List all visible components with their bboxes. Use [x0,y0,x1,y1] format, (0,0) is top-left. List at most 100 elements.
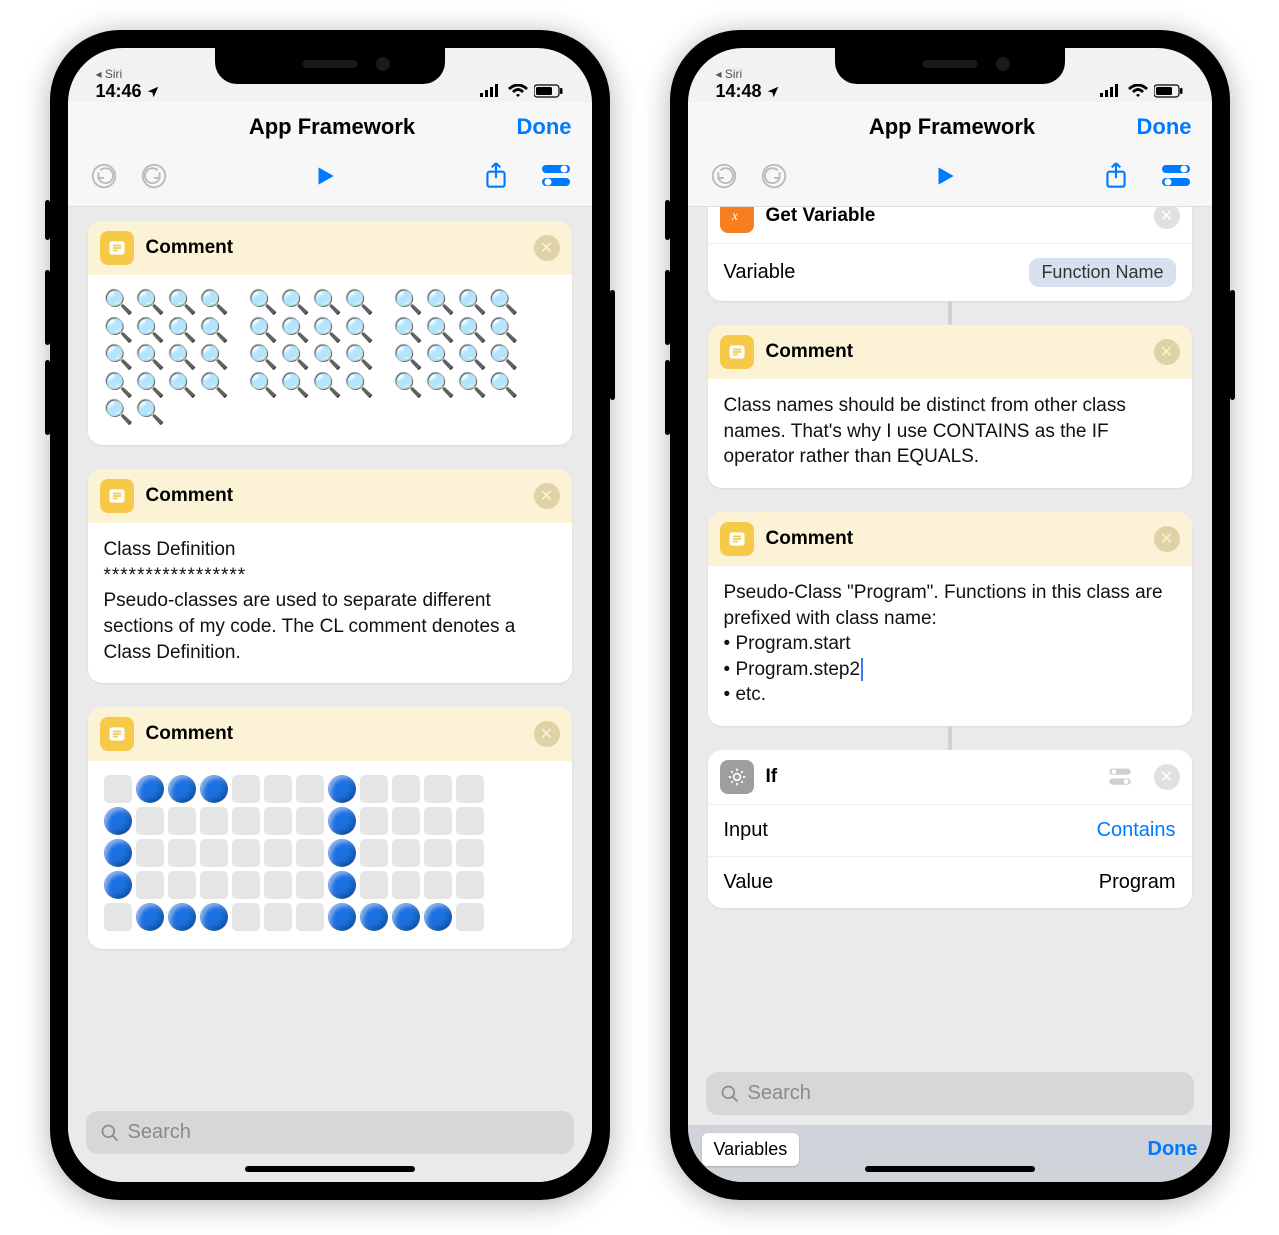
status-time: 14:48 [716,81,762,102]
redo-button[interactable] [758,160,790,192]
screen-right: ◂ Siri 14:48 App Framework Done [688,48,1212,1182]
list-item: Program.start [735,633,850,654]
comment-body[interactable]: Class names should be distinct from othe… [708,379,1192,488]
location-icon [766,85,780,99]
close-icon[interactable]: ✕ [534,483,560,509]
undo-button[interactable] [708,160,740,192]
comment-text: Pseudo-classes are used to separate diff… [104,588,556,665]
variable-value-pill[interactable]: Function Name [1029,258,1175,287]
undo-button[interactable] [88,160,120,192]
card-title: Comment [146,485,522,507]
comment-card[interactable]: Comment ✕ Pseudo-Class "Program". Functi… [708,512,1192,726]
search-input[interactable]: Search [86,1111,574,1154]
card-title: Comment [146,723,522,745]
comment-card[interactable]: Comment ✕ [88,707,572,949]
content-area[interactable]: Comment ✕ 🔍🔍🔍🔍 🔍🔍🔍🔍 🔍🔍🔍🔍 🔍🔍🔍🔍 🔍🔍🔍🔍 🔍🔍🔍🔍 … [68,207,592,1105]
volume-up[interactable] [665,270,670,345]
text-cursor [861,658,863,681]
list-item: etc. [735,684,766,705]
wifi-icon [508,84,528,98]
share-button[interactable] [1100,160,1132,192]
comment-card[interactable]: Comment ✕ Class Definition *************… [88,469,572,683]
close-icon[interactable]: ✕ [1154,207,1180,229]
notch [835,48,1065,84]
battery-icon [1154,84,1184,98]
location-icon [146,85,160,99]
pixel-art [104,775,556,931]
comment-body[interactable]: Class Definition ***************** Pseud… [88,523,572,683]
keyboard-done-button[interactable]: Done [1148,1138,1198,1161]
battery-icon [534,84,564,98]
home-indicator[interactable] [245,1166,415,1172]
variables-chip[interactable]: Variables [702,1133,800,1166]
list-item: Program.step2 [735,659,860,680]
connector-line [948,726,952,750]
comment-body[interactable] [88,761,572,949]
mute-switch[interactable] [665,200,670,240]
comment-icon [100,717,134,751]
keyboard-accessory: Variables Done [688,1125,1212,1182]
if-card[interactable]: If ✕ Input Contains Value Program [708,750,1192,908]
search-placeholder: Search [748,1082,811,1105]
power-button[interactable] [1230,290,1235,400]
cellular-icon [480,84,502,98]
close-icon[interactable]: ✕ [1154,526,1180,552]
svg-text:x: x [731,208,738,223]
toolbar [688,152,1212,207]
if-input-value[interactable]: Contains [1097,819,1176,842]
siri-back-link[interactable]: ◂ Siri [96,67,123,81]
close-icon[interactable]: ✕ [1154,339,1180,365]
run-button[interactable] [929,160,961,192]
toolbar [68,152,592,207]
done-button[interactable]: Done [517,114,572,140]
content-area[interactable]: x Get Variable ✕ Variable Function Name [688,207,1212,1068]
volume-up[interactable] [45,270,50,345]
mute-switch[interactable] [45,200,50,240]
options-toggle[interactable] [1106,767,1134,787]
comment-card[interactable]: Comment ✕ Class names should be distinct… [708,325,1192,488]
settings-toggles-button[interactable] [540,160,572,192]
comment-text: Pseudo-Class "Program". Functions in thi… [724,580,1176,631]
run-button[interactable] [309,160,341,192]
comment-heading: Class Definition [104,537,556,563]
if-input-label: Input [724,819,768,842]
get-variable-card[interactable]: x Get Variable ✕ Variable Function Name [708,207,1192,301]
comment-icon [720,335,754,369]
comment-rule: ***************** [104,563,556,589]
connector-line [948,301,952,325]
done-button[interactable]: Done [1137,114,1192,140]
variable-field-label: Variable [724,261,796,284]
comment-body[interactable]: Pseudo-Class "Program". Functions in thi… [708,566,1192,726]
close-icon[interactable]: ✕ [534,721,560,747]
search-input[interactable]: Search [706,1072,1194,1115]
search-placeholder: Search [128,1121,191,1144]
close-icon[interactable]: ✕ [1154,764,1180,790]
card-title: Get Variable [766,207,1142,227]
notch [215,48,445,84]
card-title: If [766,766,1094,788]
search-icon [720,1084,740,1104]
volume-down[interactable] [45,360,50,435]
wifi-icon [1128,84,1148,98]
nav-bar: App Framework Done [688,102,1212,152]
close-icon[interactable]: ✕ [534,235,560,261]
comment-icon [720,522,754,556]
variable-icon: x [720,207,754,233]
comment-card[interactable]: Comment ✕ 🔍🔍🔍🔍 🔍🔍🔍🔍 🔍🔍🔍🔍 🔍🔍🔍🔍 🔍🔍🔍🔍 🔍🔍🔍🔍 … [88,221,572,445]
share-button[interactable] [480,160,512,192]
siri-back-link[interactable]: ◂ Siri [716,67,743,81]
status-time: 14:46 [96,81,142,102]
phone-right: ◂ Siri 14:48 App Framework Done [670,30,1230,1200]
phone-left: ◂ Siri 14:46 App Framework Done [50,30,610,1200]
volume-down[interactable] [665,360,670,435]
nav-bar: App Framework Done [68,102,592,152]
if-value-value[interactable]: Program [1099,871,1176,894]
page-title: App Framework [768,114,1137,140]
page-title: App Framework [148,114,517,140]
settings-toggles-button[interactable] [1160,160,1192,192]
power-button[interactable] [610,290,615,400]
comment-body[interactable]: 🔍🔍🔍🔍 🔍🔍🔍🔍 🔍🔍🔍🔍 🔍🔍🔍🔍 🔍🔍🔍🔍 🔍🔍🔍🔍 🔍🔍🔍🔍 🔍🔍🔍🔍 … [104,289,556,427]
redo-button[interactable] [138,160,170,192]
home-indicator[interactable] [865,1166,1035,1172]
card-title: Comment [146,237,522,259]
